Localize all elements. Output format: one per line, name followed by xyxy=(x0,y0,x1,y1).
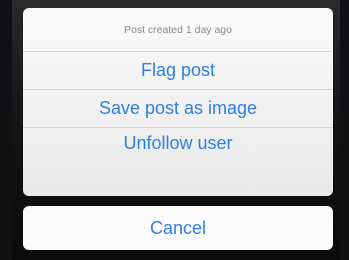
save-post-as-image-button[interactable]: Save post as image xyxy=(23,90,333,128)
action-sheet-header: Post created 1 day ago xyxy=(23,8,333,52)
screen-edge-right xyxy=(340,0,349,260)
screen-edge-left xyxy=(0,0,12,260)
unfollow-user-button[interactable]: Unfollow user xyxy=(23,128,333,158)
flag-post-button[interactable]: Flag post xyxy=(23,52,333,90)
cancel-button[interactable]: Cancel xyxy=(23,206,333,250)
action-sheet: Post created 1 day ago Flag post Save po… xyxy=(23,8,333,196)
